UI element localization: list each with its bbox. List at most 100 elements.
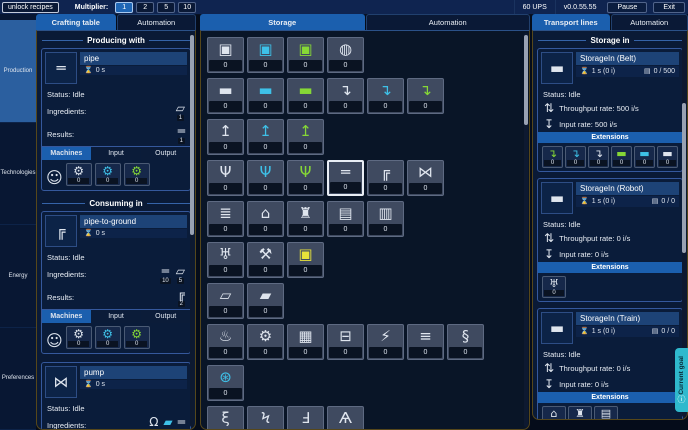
extension-cell-locomotive-white[interactable]: ♜0 xyxy=(568,406,592,420)
machine-cell-assembler-green[interactable]: ⚙0 xyxy=(124,163,150,186)
extension-cell-underground-belt-green[interactable]: ↴0 xyxy=(542,146,563,168)
exit-button[interactable]: Exit xyxy=(653,2,685,13)
extension-cell-underground-belt-white[interactable]: ↴0 xyxy=(588,146,609,168)
cell-belt-white[interactable]: ▬0 xyxy=(207,78,244,114)
left-scrollbar[interactable] xyxy=(190,33,194,427)
cell-rail-white[interactable]: ≣0 xyxy=(207,201,244,237)
cell-steam-turbine-white[interactable]: ⚙0 xyxy=(247,324,284,360)
extension-cell-underground-belt-cyan[interactable]: ↴0 xyxy=(565,146,586,168)
cell-power-pole-cyan[interactable]: Ψ0 xyxy=(247,160,284,196)
cell-boiler-white[interactable]: ♨0 xyxy=(207,324,244,360)
iron-plate-icon: ▱ xyxy=(176,265,185,277)
multiplier-button-5[interactable]: 5 xyxy=(157,2,175,13)
transport-tab-transport-lines[interactable]: Transport lines xyxy=(532,14,610,30)
recipe-tab-output[interactable]: Output xyxy=(141,147,190,160)
cell-chest-green[interactable]: ▣0 xyxy=(287,37,324,73)
extension-cell-belt-white[interactable]: ▬0 xyxy=(657,146,678,168)
extension-cell-logistic-robot-white[interactable]: ♅0 xyxy=(542,276,566,298)
cell-inserter-white[interactable]: ↥0 xyxy=(207,119,244,155)
cell-logistic-robot-white[interactable]: ♅0 xyxy=(207,242,244,278)
extensions-bar[interactable]: Extensions xyxy=(538,262,682,273)
cell-electric-drill-white[interactable]: Ϟ0 xyxy=(247,406,284,430)
cell-heat-pipe-white[interactable]: ≡0 xyxy=(407,324,444,360)
cell-cargo-wagon-white[interactable]: ▤0 xyxy=(327,201,364,237)
recipe-tab-input[interactable]: Input xyxy=(92,147,141,160)
throughput-value: Throughput rate: 0 i/s xyxy=(559,364,630,373)
storage-sub-row: ⌛1 s (0 i)▤0 / 0 xyxy=(576,326,679,337)
cell-construction-robot-white[interactable]: ⚒0 xyxy=(247,242,284,278)
cell-inserter-cyan[interactable]: ↥0 xyxy=(247,119,284,155)
multiplier-button-2[interactable]: 2 xyxy=(136,2,154,13)
cell-offshore-pump-white[interactable]: Ⅎ0 xyxy=(287,406,324,430)
cell-solar-panel-white[interactable]: ▦0 xyxy=(287,324,324,360)
hourglass-icon: ⌛ xyxy=(84,381,93,388)
storage-title: StorageIn (Belt) xyxy=(576,52,679,65)
recipe-tab-output[interactable]: Output xyxy=(141,310,190,323)
cell-count: 0 xyxy=(209,224,242,235)
crafting-tab-crafting-table[interactable]: Crafting table xyxy=(36,14,116,30)
sidebar-item-preferences[interactable]: Preferences xyxy=(0,328,36,430)
unlock-recipes-button[interactable]: unlock recipes xyxy=(2,2,59,13)
extension-cell-belt-cyan[interactable]: ▬0 xyxy=(634,146,655,168)
extension-cell-belt-green[interactable]: ▬0 xyxy=(611,146,632,168)
cell-power-plant-white[interactable]: ⚡0 xyxy=(367,324,404,360)
current-goal-tab[interactable]: Current goal ⓘ xyxy=(675,348,688,412)
cell-pump-white[interactable]: ⋈0 xyxy=(407,160,444,196)
cell-power-pole-white[interactable]: Ψ0 xyxy=(207,160,244,196)
cell-iron-plate-white[interactable]: ▱0 xyxy=(207,283,244,319)
cell-chest-yellow[interactable]: ▣0 xyxy=(287,242,324,278)
cell-count: 0 xyxy=(369,183,402,194)
cell-belt-green[interactable]: ▬0 xyxy=(287,78,324,114)
storage-tab-automation[interactable]: Automation xyxy=(366,14,531,30)
machine-cell-assembler-white[interactable]: ⚙0 xyxy=(66,326,92,349)
cell-accumulator-white[interactable]: ⊟0 xyxy=(327,324,364,360)
transport-tab-automation[interactable]: Automation xyxy=(611,14,688,30)
cell-tank-white[interactable]: ◍0 xyxy=(327,37,364,73)
extensions-bar[interactable]: Extensions xyxy=(538,132,682,143)
cell-chest-cyan[interactable]: ▣0 xyxy=(247,37,284,73)
recipe-card-header: ╔pipe-to-ground⌛0 s xyxy=(42,212,190,250)
cell-fluid-wagon-white[interactable]: ▥0 xyxy=(367,201,404,237)
cell-underground-belt-cyan[interactable]: ↴0 xyxy=(367,78,404,114)
extensions-bar[interactable]: Extensions xyxy=(538,392,682,403)
version-label: v0.0.55.55 xyxy=(555,0,605,14)
cell-auger-drill-white[interactable]: ξ0 xyxy=(207,406,244,430)
sidebar-item-technologies[interactable]: Technologies xyxy=(0,123,36,226)
extension-cell-cargo-wagon-white[interactable]: ▤0 xyxy=(594,406,618,420)
recipe-icon-box: ═ xyxy=(45,52,77,84)
steel-plate-icon: ▰ xyxy=(163,416,172,428)
cell-pumpjack-white[interactable]: Ѧ0 xyxy=(327,406,364,430)
machine-cell-assembler-white[interactable]: ⚙0 xyxy=(66,163,92,186)
recipe-tab-machines[interactable]: Machines xyxy=(42,147,91,160)
crafting-tab-automation[interactable]: Automation xyxy=(117,14,197,30)
cell-heater-white[interactable]: §0 xyxy=(447,324,484,360)
machine-cell-assembler-cyan[interactable]: ⚙0 xyxy=(95,326,121,349)
extension-cell-train-stop-white[interactable]: ⌂0 xyxy=(542,406,566,420)
machine-cell-assembler-cyan[interactable]: ⚙0 xyxy=(95,163,121,186)
cell-chest-white[interactable]: ▣0 xyxy=(207,37,244,73)
recipe-tab-input[interactable]: Input xyxy=(92,310,141,323)
cell-underground-belt-green[interactable]: ↴0 xyxy=(407,78,444,114)
rail-icon: ≣ xyxy=(208,202,243,224)
cell-underground-belt-white[interactable]: ↴0 xyxy=(327,78,364,114)
cell-pipe-to-ground-white[interactable]: ╔0 xyxy=(367,160,404,196)
machine-cell-assembler-green[interactable]: ⚙0 xyxy=(124,326,150,349)
cell-locomotive-white[interactable]: ♜0 xyxy=(287,201,324,237)
sidebar-item-production[interactable]: Production xyxy=(0,20,36,123)
sidebar-item-energy[interactable]: Energy xyxy=(0,225,36,328)
cell-belt-cyan[interactable]: ▬0 xyxy=(247,78,284,114)
recipe-tab-machines[interactable]: Machines xyxy=(42,310,91,323)
multiplier-button-1[interactable]: 1 xyxy=(115,2,133,13)
storage-tab-storage[interactable]: Storage xyxy=(200,14,365,30)
middle-scrollbar[interactable] xyxy=(524,33,528,427)
cell-turbine-cyan[interactable]: ⊛0 xyxy=(207,365,244,401)
cell-inserter-green[interactable]: ↥0 xyxy=(287,119,324,155)
multiplier-button-10[interactable]: 10 xyxy=(178,2,196,13)
cell-pipe-white[interactable]: ═0 xyxy=(327,160,364,196)
cell-train-stop-white[interactable]: ⌂0 xyxy=(247,201,284,237)
cell-steel-plate-white[interactable]: ▰0 xyxy=(247,283,284,319)
pipe-icon: ═ xyxy=(178,416,185,428)
pause-button[interactable]: Pause xyxy=(607,2,647,13)
cell-power-pole-green[interactable]: Ψ0 xyxy=(287,160,324,196)
item-chip-pipe-to-ground: ╔2 xyxy=(178,288,185,307)
